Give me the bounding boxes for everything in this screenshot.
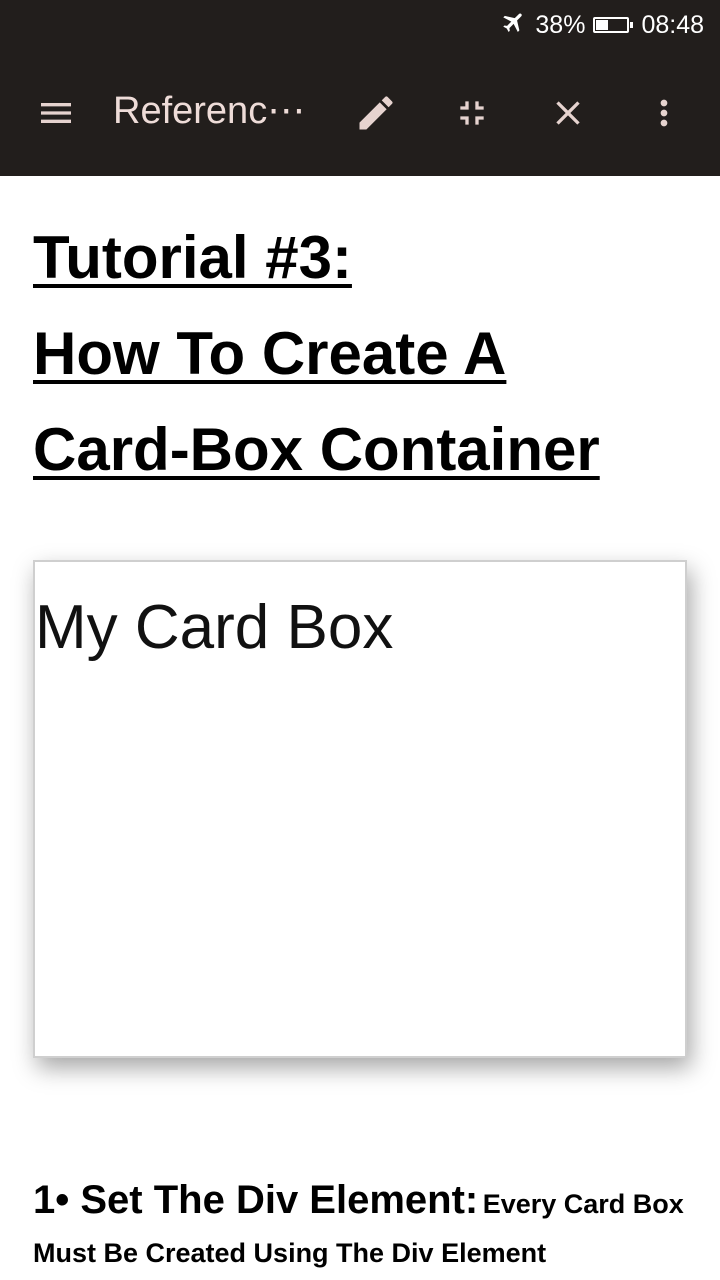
step-1-text-line1: Every Card Box: [482, 1189, 684, 1219]
more-vert-icon[interactable]: [636, 85, 692, 141]
step-1-text-line2: Must Be Created Using The Div Element: [33, 1238, 547, 1268]
page-title: Tutorial #3: How To Create A Card-Box Co…: [33, 176, 693, 498]
airplane-mode-icon: [501, 9, 527, 42]
status-time: 08:48: [641, 10, 704, 39]
page-title-line: How To Create A: [33, 320, 507, 387]
menu-icon[interactable]: [28, 85, 84, 141]
edit-icon[interactable]: [348, 85, 404, 141]
page-title-line: Tutorial #3:: [33, 224, 352, 291]
battery-icon: [593, 17, 634, 33]
card-box-text: My Card Box: [35, 593, 394, 662]
fullscreen-exit-icon[interactable]: [444, 85, 500, 141]
battery-percent: 38%: [535, 10, 586, 39]
battery-level-fill: [596, 20, 608, 30]
step-1-title: 1• Set The Div Element:: [33, 1178, 479, 1222]
toolbar-title: Referenc⋯: [113, 90, 306, 132]
close-icon[interactable]: [540, 85, 596, 141]
article-content: Tutorial #3: How To Create A Card-Box Co…: [33, 176, 693, 498]
step-1: 1• Set The Div Element: Every Card Box M…: [33, 1175, 693, 1277]
status-bar: 38% 08:48: [0, 0, 720, 50]
page-title-line: Card-Box Container: [33, 416, 600, 483]
app-toolbar: Referenc⋯: [0, 50, 720, 176]
card-box-demo: My Card Box: [33, 560, 687, 1058]
